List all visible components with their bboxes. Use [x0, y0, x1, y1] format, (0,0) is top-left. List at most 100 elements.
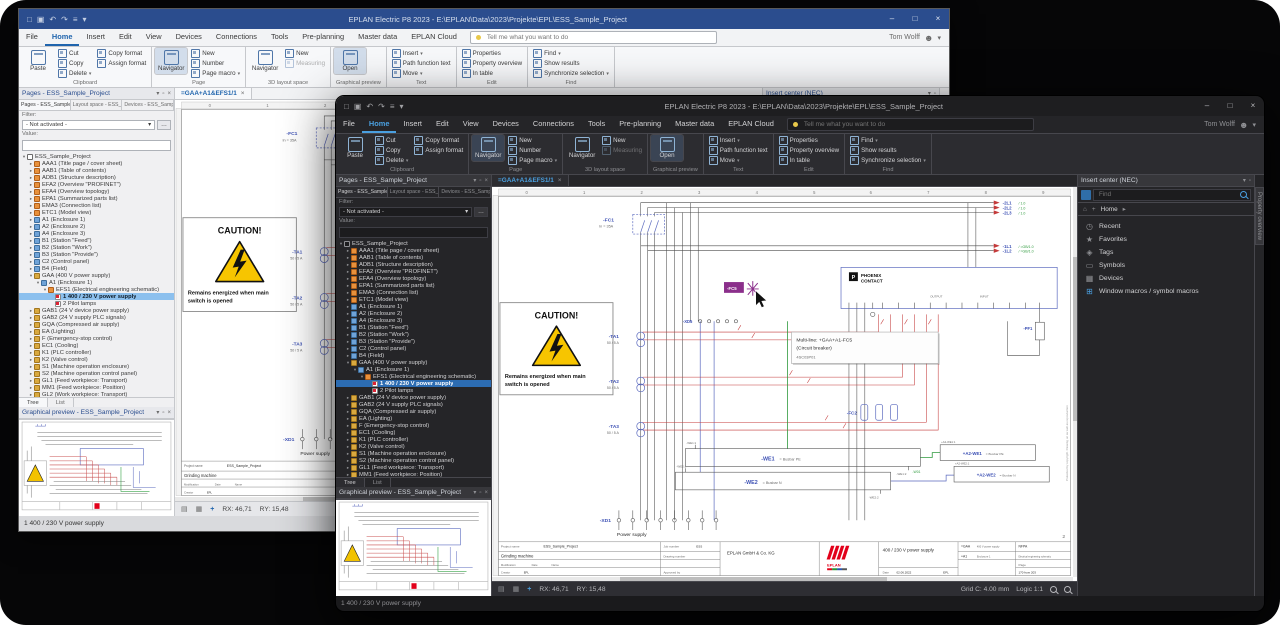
tab-list[interactable]: List	[48, 398, 74, 407]
ribbon-button-assign-format[interactable]: Assign format	[95, 59, 148, 68]
undo-icon[interactable]: ↶	[49, 15, 56, 24]
tree-item[interactable]: ▸GAB1 (24 V device power supply)	[336, 394, 491, 401]
ribbon-button-new[interactable]: New	[600, 136, 644, 145]
tree-item[interactable]: ▸EPA1 (Summarized parts list)	[336, 282, 491, 289]
user-chip[interactable]: Tom Wolff ☻ ▾	[889, 29, 949, 46]
grid-display-icon[interactable]: ▦	[513, 585, 520, 593]
tree-item[interactable]: ▸F (Emergency-stop control)	[336, 422, 491, 429]
tree-item[interactable]: ▾EFS1 (Electrical engineering schematic)	[336, 373, 491, 380]
value-input[interactable]	[22, 140, 171, 151]
tree-item[interactable]: ▸EFA4 (Overview topology)	[336, 275, 491, 282]
ribbon-tab-devices[interactable]: Devices	[169, 29, 209, 46]
ribbon-button-property-overview[interactable]: Property overview	[460, 59, 525, 68]
tree-item[interactable]: ▸B2 (Station "Work")	[19, 244, 174, 251]
vertical-scrollbar[interactable]	[1073, 187, 1077, 577]
user-chip[interactable]: Tom Wolff ☻ ▾	[1204, 116, 1264, 133]
ribbon-tab-devices[interactable]: Devices	[486, 116, 526, 133]
ribbon-button-in-table[interactable]: In table	[777, 156, 842, 165]
maximize-button[interactable]: □	[1219, 96, 1241, 116]
insert-center-item-recent[interactable]: ◷Recent	[1078, 220, 1254, 233]
layer-icon[interactable]: ▤	[498, 585, 505, 593]
ribbon-button-properties[interactable]: Properties	[777, 136, 842, 145]
ribbon-button-path-function-text[interactable]: Path function text	[390, 59, 453, 68]
tree-item[interactable]: ▸EPA1 (Summarized parts list)	[19, 195, 174, 202]
insert-center-item-symbols[interactable]: ▭Symbols	[1078, 259, 1254, 272]
ribbon-search-input[interactable]	[802, 120, 1028, 129]
insert-center-item-tags[interactable]: ◈Tags	[1078, 246, 1254, 259]
pages-panel-header[interactable]: Pages - ESS_Sample_Project ▾ ▫ ×	[19, 88, 174, 100]
power-supply-device[interactable]: P PHOENIX CONTACT OUTPUT INPUT	[841, 267, 1057, 316]
tree-item[interactable]: ▸EC1 (Cooling)	[336, 429, 491, 436]
ribbon-tab-eplan-cloud[interactable]: EPLAN Cloud	[404, 29, 464, 46]
ribbon-button-copy[interactable]: Copy	[373, 146, 410, 155]
tree-item[interactable]: ▸GL1 (Feed workpiece: Transport)	[19, 377, 174, 384]
ribbon-tab-file[interactable]: File	[19, 29, 45, 46]
tree-item[interactable]: ▸K2 (Valve control)	[336, 443, 491, 450]
ribbon-tab-view[interactable]: View	[139, 29, 169, 46]
tree-item[interactable]: ▸GQA (Compressed air supply)	[19, 321, 174, 328]
close-button[interactable]: ×	[1242, 96, 1264, 116]
tree-item[interactable]: ▸GAB2 (24 V supply PLC signals)	[19, 314, 174, 321]
page-tab-close-icon[interactable]: ×	[241, 90, 245, 97]
tree-item[interactable]: ▸EC1 (Cooling)	[19, 342, 174, 349]
ribbon-button-cut[interactable]: Cut	[373, 136, 410, 145]
insert-center-search-input[interactable]	[1097, 190, 1240, 199]
insert-center-item-favorites[interactable]: ★Favorites	[1078, 233, 1254, 246]
tree-item[interactable]: ▸ETC1 (Model view)	[336, 296, 491, 303]
ribbon-tab-pre-planning[interactable]: Pre-planning	[612, 116, 668, 133]
panel-tab-pages-ess-sample-p-[interactable]: Pages - ESS_Sample_P...	[336, 187, 388, 197]
ribbon-button-navigator[interactable]: Navigator	[249, 48, 281, 74]
tree-item[interactable]: 2 Pilot lamps	[336, 387, 491, 394]
ribbon-button-open[interactable]: Open	[651, 135, 683, 161]
panel-tab-layout-space-ess-sa-[interactable]: Layout space - ESS_Sa...	[388, 187, 440, 197]
preview-panel-header[interactable]: Graphical preview - ESS_Sample_Project ▾…	[336, 487, 491, 499]
filter-more-button[interactable]: …	[157, 120, 171, 130]
property-overview-tab[interactable]: Property overview	[1255, 187, 1264, 245]
insert-center-search[interactable]	[1093, 189, 1251, 201]
tree-item[interactable]: ▸ADB1 (Structure description)	[336, 261, 491, 268]
maximize-button[interactable]: □	[904, 9, 926, 29]
ribbon-button-navigator[interactable]: Navigator	[472, 135, 504, 161]
ribbon-button-navigator[interactable]: Navigator	[566, 135, 598, 161]
ribbon-button-assign-format[interactable]: Assign format	[412, 146, 465, 155]
grid-size[interactable]: Grid C: 4.00 mm	[961, 586, 1009, 593]
ribbon-tab-tools[interactable]: Tools	[264, 29, 295, 46]
tree-item[interactable]: ▸S1 (Machine operation enclosure)	[19, 363, 174, 370]
ribbon-tab-home[interactable]: Home	[362, 116, 397, 133]
tree-item[interactable]: ▸EMA3 (Connection list)	[336, 289, 491, 296]
ribbon-tab-insert[interactable]: Insert	[79, 29, 111, 46]
ribbon-tab-eplan-cloud[interactable]: EPLAN Cloud	[721, 116, 781, 133]
tree-item[interactable]: ▸AAB1 (Table of contents)	[336, 254, 491, 261]
ribbon-button-measuring[interactable]: Measuring	[600, 146, 644, 155]
tree-item[interactable]: ▸ETC1 (Model view)	[19, 209, 174, 216]
new-icon[interactable]: □	[27, 15, 32, 24]
ribbon-tab-insert[interactable]: Insert	[396, 116, 428, 133]
value-input[interactable]	[339, 227, 488, 238]
panel-close-icon[interactable]: ×	[167, 91, 171, 97]
home-icon[interactable]: ⌂	[1083, 206, 1087, 213]
grid-display-icon[interactable]: ▦	[196, 505, 203, 513]
ribbon-button-find[interactable]: Find▾	[848, 136, 928, 145]
tree-item[interactable]: ▸EA (Lighting)	[336, 415, 491, 422]
undo-icon[interactable]: ↶	[366, 102, 373, 111]
schematic-canvas[interactable]: 01 23 45 67 89 Protected by copyright. P…	[492, 187, 1077, 581]
tree-item[interactable]: ▾A1 (Enclosure 1)	[19, 279, 174, 286]
ribbon-search-input[interactable]	[485, 33, 711, 42]
device-pf1[interactable]: -PF1	[1023, 322, 1044, 340]
tree-item[interactable]: ▸A2 (Enclosure 2)	[19, 223, 174, 230]
tree-item[interactable]: ▸B3 (Station "Provide")	[19, 251, 174, 258]
layer-icon[interactable]: ▤	[181, 505, 188, 513]
ribbon-button-new[interactable]: New	[283, 49, 327, 58]
logic-scale[interactable]: Logic 1:1	[1016, 586, 1043, 593]
tree-item[interactable]: ▾GAA (400 V power supply)	[19, 272, 174, 279]
tree-item[interactable]: ▸A2 (Enclosure 2)	[336, 310, 491, 317]
ribbon-tab-pre-planning[interactable]: Pre-planning	[295, 29, 351, 46]
graphical-preview[interactable]	[336, 499, 491, 596]
ribbon-button-delete[interactable]: Delete▾	[56, 69, 93, 78]
ribbon-tab-edit[interactable]: Edit	[429, 116, 456, 133]
panel-dropdown-icon[interactable]: ▾	[156, 90, 159, 97]
tree-item[interactable]: ▸EFA2 (Overview "PROFINET")	[336, 268, 491, 275]
ribbon-button-find[interactable]: Find▾	[531, 49, 611, 58]
breaker-fc2[interactable]: -FC2	[847, 405, 898, 421]
tree-item[interactable]: ▸AAB1 (Table of contents)	[19, 167, 174, 174]
